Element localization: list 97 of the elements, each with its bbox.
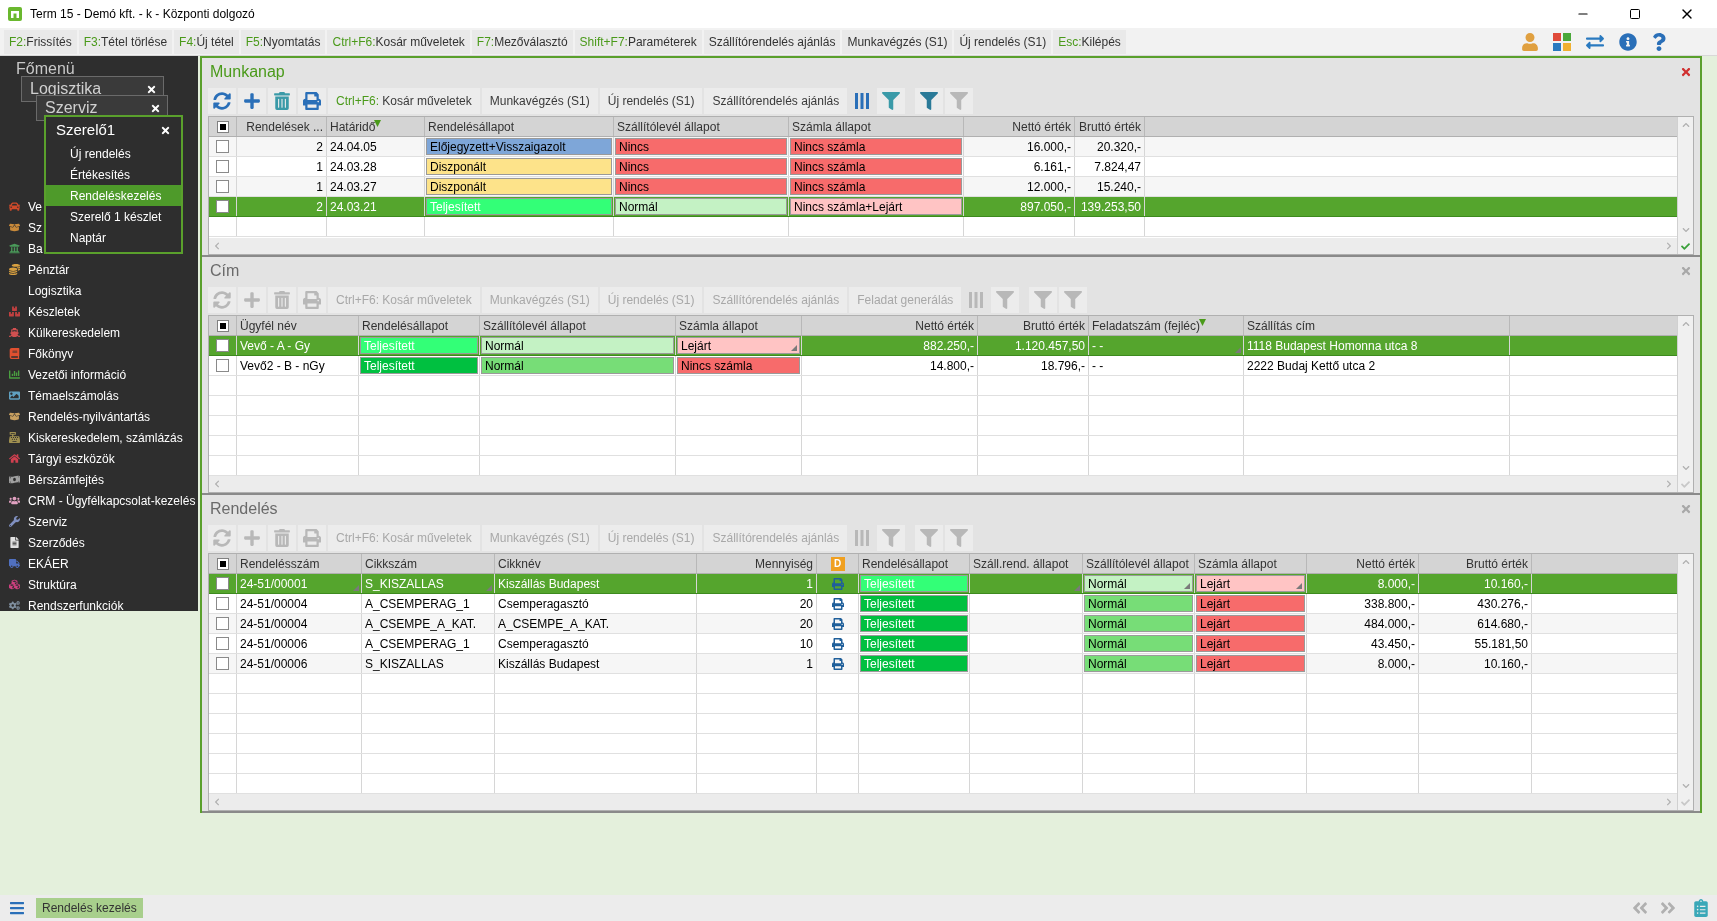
- table-cell-text: S_KISZALLAS: [364, 655, 445, 673]
- table-cell-text: 897.050,-: [1019, 198, 1072, 216]
- table-cell-text: 10.160,-: [1482, 575, 1529, 593]
- table-cell-text: Vevő2 - B - nGy: [239, 357, 326, 375]
- table-cell: Teljesített: [860, 655, 968, 672]
- table-cell: Nincs számla: [790, 138, 962, 155]
- table-cell: Nincs: [615, 138, 787, 155]
- popup-title: Szerelő1: [56, 119, 116, 140]
- table-cell-text: 24-51/00004: [239, 615, 309, 633]
- table-cell-text: 24.03.27: [329, 178, 378, 196]
- table-cell: Teljesített: [860, 635, 968, 652]
- table-cell-text: 614.680,-: [1476, 615, 1529, 633]
- table-cell: Normál: [1084, 595, 1193, 612]
- table-cell-text: 2: [315, 198, 324, 216]
- table-cell-text: Kiszállás Budapest: [497, 575, 601, 593]
- table-cell-text: 43.450,-: [1369, 635, 1416, 653]
- table-cell-text: 8.000,-: [1376, 655, 1416, 673]
- table-cell: Normál: [615, 198, 787, 215]
- window-title: Term 15 - Demó kft. - k - Központi dolgozó: [30, 6, 255, 23]
- table-cell-text: 338.800,-: [1363, 595, 1416, 613]
- table-cell-text: 16.000,-: [1025, 138, 1072, 156]
- table-cell-text: Csemperagasztó: [497, 635, 590, 653]
- table-cell: Teljesített: [426, 198, 612, 215]
- table-cell: Nincs számla: [790, 158, 962, 175]
- table-cell: Lejárt: [1196, 635, 1305, 652]
- table-cell-text: 24.04.05: [329, 138, 378, 156]
- table-cell: 24-51/00001: [237, 574, 361, 593]
- table-cell-text: 24.03.28: [329, 158, 378, 176]
- table-cell: Normál: [1084, 635, 1193, 652]
- table-cell: Diszponált: [426, 158, 612, 175]
- table-cell-text: 7.824,47: [1093, 158, 1142, 176]
- panel-title: Munkanap: [210, 62, 285, 82]
- table-cell-text: 15.240,-: [1095, 178, 1142, 196]
- table-cell-text: 18.796,-: [1039, 357, 1086, 375]
- table-cell-text: 20: [798, 595, 814, 613]
- table-cell: Előjegyzett+Visszaigazolt: [426, 138, 612, 155]
- table-cell-text: 24-51/00004: [239, 595, 309, 613]
- table-cell: Teljesített: [860, 615, 968, 632]
- table-cell-text: 1: [315, 178, 324, 196]
- table-cell-text: 1.120.457,50: [1013, 337, 1086, 355]
- table-cell-text: 55.181,50: [1473, 635, 1529, 653]
- table-cell: Lejárt: [1196, 575, 1305, 592]
- table-cell-text: 24-51/00006: [239, 655, 309, 673]
- table-cell: Normál: [1084, 655, 1193, 672]
- table-cell-text: 20: [798, 615, 814, 633]
- table-cell-text: Kiszállás Budapest: [497, 655, 601, 673]
- table-cell: Nincs számla+Lejárt: [790, 198, 962, 215]
- table-cell-text: 24.03.21: [329, 198, 378, 216]
- table-cell: Teljesített: [860, 575, 968, 592]
- table-cell-text: 10: [798, 635, 814, 653]
- table-cell: Teljesített: [860, 595, 968, 612]
- table-cell-text: 1: [805, 575, 814, 593]
- table-cell: Lejárt: [677, 337, 800, 354]
- table-cell-text: - -: [1091, 357, 1105, 375]
- table-cell-text: 10.160,-: [1482, 655, 1529, 673]
- table-cell-text: 14.800,-: [928, 357, 975, 375]
- window-label: Logisztika: [30, 81, 102, 97]
- table-cell: Normál: [1084, 575, 1193, 592]
- table-cell-text: Vevő - A - Gy: [239, 337, 312, 355]
- table-cell-text: 2: [315, 138, 324, 156]
- table-cell: Normál: [481, 337, 674, 354]
- table-cell-text: 20.320,-: [1095, 138, 1142, 156]
- table-cell-text: 12.000,-: [1025, 178, 1072, 196]
- table-cell: Teljesített: [360, 357, 478, 374]
- table-cell: Nincs számla: [790, 178, 962, 195]
- table-cell: Normál: [481, 357, 674, 374]
- table-cell: Lejárt: [1196, 595, 1305, 612]
- table-cell: Lejárt: [1196, 615, 1305, 632]
- table-cell: S_KISZALLAS: [362, 574, 494, 593]
- table-cell: Nincs: [615, 158, 787, 175]
- table-cell-text: A_CSEMPE_A_KAT.: [497, 615, 611, 633]
- sidebar-title: Főmenü: [16, 59, 75, 79]
- table-cell-text: 1118 Budapest Homonna utca 8: [1246, 337, 1419, 355]
- table-cell-text: A_CSEMPE_A_KAT.: [364, 615, 478, 633]
- table-cell-text: A_CSEMPERAG_1: [364, 635, 471, 653]
- table-cell-text: Csemperagasztó: [497, 595, 590, 613]
- table-cell-text: 139.253,50: [1079, 198, 1142, 216]
- table-cell: Nincs számla: [677, 357, 800, 374]
- table-cell: Teljesített: [360, 337, 478, 354]
- panel-title: Cím: [210, 261, 240, 281]
- window-label: Szerviz: [45, 100, 98, 116]
- table-cell: Normál: [1084, 615, 1193, 632]
- table-cell: Nincs: [615, 178, 787, 195]
- table-cell-text: 8.000,-: [1376, 575, 1416, 593]
- table-cell-text: 2222 Budaj Kettő utca 2: [1246, 357, 1377, 375]
- table-cell-text: A_CSEMPERAG_1: [364, 595, 471, 613]
- table-cell: - -: [1089, 336, 1243, 355]
- panel-title: Rendelés: [210, 499, 278, 519]
- table-cell-text: 882.250,-: [922, 337, 975, 355]
- table-cell-text: 24-51/00006: [239, 635, 309, 653]
- table-cell-text: 6.161,-: [1032, 158, 1072, 176]
- table-cell-text: 1: [315, 158, 324, 176]
- table-cell-text: 1: [805, 655, 814, 673]
- table-cell: Diszponált: [426, 178, 612, 195]
- table-cell-text: 484.000,-: [1363, 615, 1416, 633]
- table-cell: Lejárt: [1196, 655, 1305, 672]
- table-cell-text: 430.276,-: [1476, 595, 1529, 613]
